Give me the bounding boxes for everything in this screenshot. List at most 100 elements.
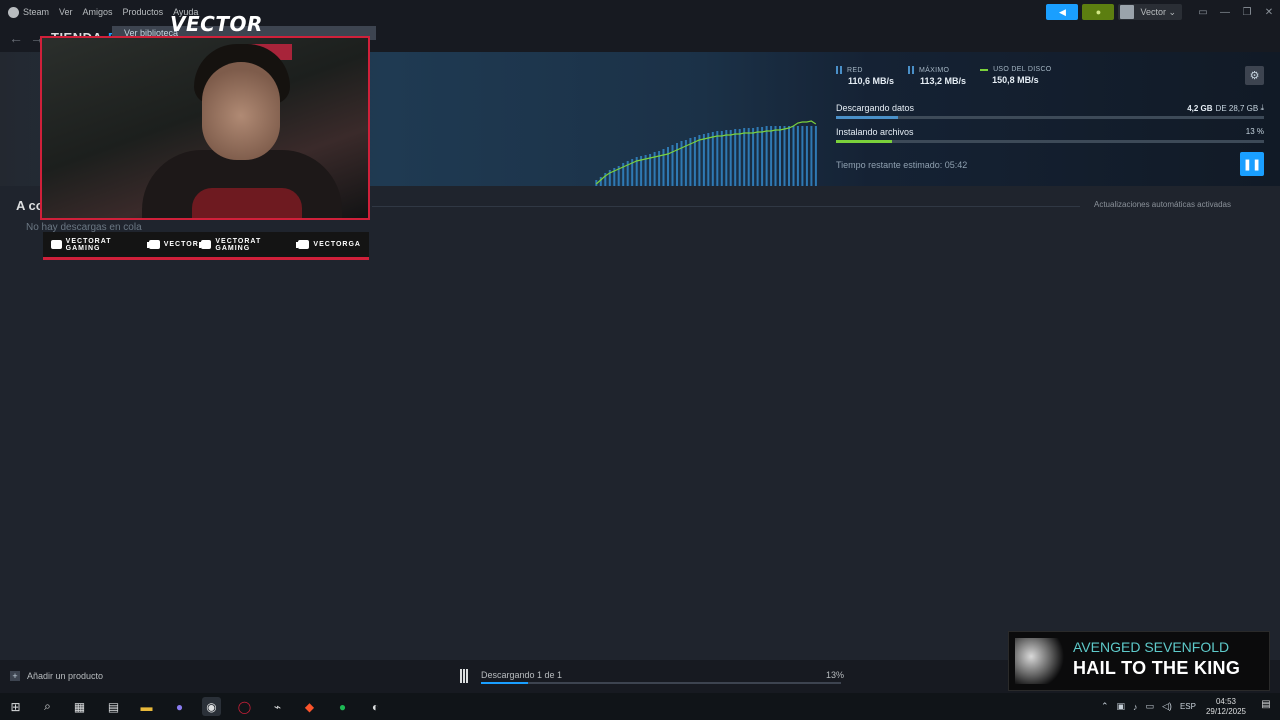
- graph-bar: [814, 126, 817, 186]
- chevron-down-icon: ⌄: [1165, 6, 1176, 17]
- download-progress-row: Descargando datos 4,2 GB DE 28,7 GB ⤓: [836, 103, 1264, 119]
- discord-icon[interactable]: ●: [170, 697, 189, 716]
- graph-bar: [734, 129, 737, 186]
- language-indicator[interactable]: ESP: [1180, 702, 1196, 711]
- microphone-icon[interactable]: ♪: [1133, 702, 1138, 712]
- clock[interactable]: 04:53 29/12/2025: [1206, 697, 1246, 717]
- notifications-button[interactable]: ●: [1082, 4, 1115, 20]
- app-icon[interactable]: ⌁: [268, 697, 287, 716]
- social-links-bar: VECTORAT GAMING VECTOR VECTORAT GAMING V…: [43, 232, 369, 260]
- big-picture-icon[interactable]: ▭: [1192, 0, 1214, 24]
- close-icon[interactable]: ✕: [1258, 0, 1280, 24]
- stat-disk-label: USO DEL DISCO: [993, 66, 1052, 73]
- file-explorer-icon[interactable]: ▬: [137, 697, 156, 716]
- graph-bar: [761, 127, 764, 186]
- pause-button[interactable]: ❚❚: [1240, 152, 1264, 176]
- minimize-icon[interactable]: —: [1214, 0, 1236, 24]
- user-menu[interactable]: Vector ⌄: [1118, 4, 1182, 20]
- download-icon: ⤓: [1258, 103, 1264, 112]
- windows-taskbar: ⊞ ⌕ ▦ ▤ ▬ ● ◉ ◯ ⌁ ◆ ● ◐ ⌃ ▣ ♪ ▭ ◁) ESP 0…: [0, 693, 1280, 720]
- social-instagram: VECTORGA: [298, 240, 361, 249]
- menu-productos[interactable]: Productos: [123, 7, 164, 17]
- graph-bar: [707, 133, 710, 186]
- plus-icon: +: [10, 671, 20, 681]
- stat-peak-label: MÁXIMO: [919, 66, 950, 74]
- search-icon[interactable]: ⌕: [38, 697, 57, 716]
- menu-ver[interactable]: Ver: [59, 7, 73, 17]
- social-label: VECTORAT GAMING: [65, 237, 112, 252]
- download-progress-bar: [836, 116, 1264, 119]
- stream-brand-logo: VECTOR: [170, 12, 263, 36]
- install-progress-row: Instalando archivos 13 %: [836, 127, 1264, 143]
- network-icon[interactable]: ▭: [1146, 701, 1155, 712]
- social-youtube: VECTORAT GAMING: [51, 238, 147, 252]
- spotify-icon[interactable]: ●: [333, 697, 352, 716]
- status-progress-bar: [481, 682, 841, 684]
- graph-bar: [747, 128, 750, 186]
- windows-start-icon[interactable]: ⊞: [6, 697, 25, 716]
- graph-bar: [774, 126, 777, 186]
- announcements-button[interactable]: ◀: [1046, 4, 1079, 20]
- brave-icon[interactable]: ◆: [300, 697, 319, 716]
- graph-bar: [796, 126, 799, 186]
- stat-disk: USO DEL DISCO 150,8 MB/s: [980, 66, 1052, 86]
- auto-updates-status: Actualizaciones automáticas activadas: [1094, 200, 1231, 209]
- stat-network: RED 110,6 MB/s: [836, 66, 894, 86]
- steam-taskbar-icon[interactable]: ◉: [202, 697, 221, 716]
- graph-bar: [702, 134, 705, 186]
- back-arrow-icon[interactable]: ←: [9, 30, 23, 46]
- notifications-icon[interactable]: ▤: [1258, 699, 1274, 715]
- graph-bar: [788, 126, 790, 186]
- social-label: VECTORAT GAMING: [215, 237, 262, 252]
- line-graph-icon: [980, 68, 989, 71]
- status-percent: 13%: [826, 670, 845, 680]
- graph-bar: [729, 130, 732, 186]
- volume-icon[interactable]: ◁): [1162, 701, 1172, 712]
- album-art: [1015, 638, 1069, 684]
- webcam-overlay: [40, 36, 370, 220]
- device-icon[interactable]: ▣: [1116, 701, 1125, 712]
- menu-amigos[interactable]: Amigos: [83, 7, 113, 17]
- graph-bar: [689, 138, 692, 186]
- graph-bar: [738, 129, 741, 186]
- download-settings-button[interactable]: ⚙: [1245, 66, 1264, 85]
- stat-disk-value: 150,8 MB/s: [992, 75, 1039, 85]
- graph-bar: [667, 147, 669, 186]
- download-current: 4,2 GB: [1187, 103, 1213, 113]
- social-twitch: VECTOR: [148, 240, 199, 249]
- download-total: DE 28,7 GB: [1215, 103, 1259, 113]
- download-status-text[interactable]: Descargando 1 de 1: [481, 670, 562, 680]
- steam-logo-icon: [8, 6, 19, 18]
- graph-bar: [698, 135, 701, 186]
- disk-usage-line: [595, 120, 817, 185]
- maximize-icon[interactable]: ❐: [1236, 0, 1258, 24]
- opera-gx-icon[interactable]: ◯: [235, 697, 254, 716]
- menu-steam[interactable]: Steam: [8, 6, 50, 18]
- chevron-up-icon[interactable]: ⌃: [1101, 701, 1109, 712]
- pause-icon: ❚❚: [1242, 158, 1262, 171]
- divider: [372, 206, 1080, 207]
- graph-bar: [649, 154, 652, 186]
- add-product-button[interactable]: + Añadir un producto: [10, 671, 103, 681]
- obs-icon[interactable]: ◐: [366, 697, 385, 716]
- graph-bar: [792, 126, 795, 186]
- app-icon[interactable]: ▤: [104, 697, 123, 716]
- social-label: VECTORGA: [313, 241, 361, 248]
- twitch-icon: [148, 240, 160, 249]
- graph-bar: [810, 126, 813, 186]
- avatar: [1120, 5, 1135, 19]
- graph-bar: [756, 127, 759, 186]
- now-playing-artist: AVENGED SEVENFOLD: [1073, 639, 1230, 655]
- downloads-icon[interactable]: [460, 669, 470, 683]
- add-product-label: Añadir un producto: [27, 671, 104, 681]
- menu-steam-label: Steam: [23, 7, 50, 17]
- graph-bar: [711, 132, 714, 186]
- system-tray: ⌃ ▣ ♪ ▭ ◁) ESP 04:53 29/12/2025 ▤: [1101, 693, 1280, 720]
- bar-graph-icon: [836, 66, 842, 74]
- graph-bar: [743, 128, 746, 186]
- task-view-icon[interactable]: ▦: [70, 697, 89, 716]
- user-name: Vector: [1140, 7, 1166, 17]
- graph-bar: [716, 131, 719, 186]
- graph-bar: [805, 126, 808, 186]
- graph-bar: [765, 126, 768, 186]
